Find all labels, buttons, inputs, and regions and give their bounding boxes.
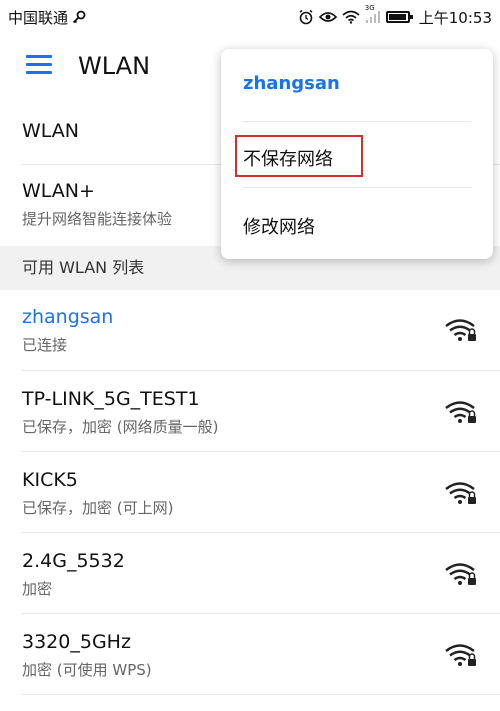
wifi-status-icon xyxy=(342,10,360,24)
divider xyxy=(22,451,500,452)
network-name: zhangsan xyxy=(22,306,114,328)
forget-network-item[interactable]: 不保存网络 xyxy=(243,145,333,171)
divider xyxy=(243,121,471,122)
key-icon xyxy=(72,10,86,24)
network-status: 已保存，加密 (网络质量一般) xyxy=(22,418,219,436)
divider xyxy=(22,370,500,371)
network-status: 加密 xyxy=(22,580,53,598)
network-item-zhangsan[interactable]: zhangsan 已连接 xyxy=(0,306,500,355)
time-label: 上午10:53 xyxy=(418,8,492,27)
wifi-lock-icon xyxy=(444,562,478,586)
status-bar: 中国联通 3G 上午10:53 xyxy=(0,0,500,34)
network-name: KICK5 xyxy=(22,469,78,491)
network-name: TP-LINK_5G_TEST1 xyxy=(22,388,200,410)
menu-icon[interactable] xyxy=(26,55,52,75)
page-title: WLAN xyxy=(78,52,151,80)
divider xyxy=(22,613,500,614)
signal-icon: 3G xyxy=(365,4,381,24)
network-item-3320[interactable]: 3320_5GHz 加密 (可使用 WPS) xyxy=(0,631,500,680)
divider xyxy=(22,694,500,695)
network-type-label: 3G xyxy=(364,4,375,12)
status-right: 3G 上午10:53 xyxy=(298,4,492,28)
network-name: 3320_5GHz xyxy=(22,631,131,653)
divider xyxy=(243,187,471,188)
wifi-lock-icon xyxy=(444,481,478,505)
divider xyxy=(22,532,500,533)
carrier-label: 中国联通 xyxy=(8,8,69,27)
alarm-icon xyxy=(298,9,314,25)
network-status: 已连接 xyxy=(22,336,68,354)
network-item-tp-link[interactable]: TP-LINK_5G_TEST1 已保存，加密 (网络质量一般) xyxy=(0,388,500,437)
network-status: 加密 (可使用 WPS) xyxy=(22,661,152,679)
network-status: 已保存，加密 (可上网) xyxy=(22,499,174,517)
wifi-lock-icon xyxy=(444,318,478,342)
network-options-popup: zhangsan 不保存网络 修改网络 xyxy=(221,49,493,259)
network-name: 2.4G_5532 xyxy=(22,550,125,572)
modify-network-item[interactable]: 修改网络 xyxy=(243,213,315,239)
wifi-lock-icon xyxy=(444,643,478,667)
network-item-2-4g[interactable]: 2.4G_5532 加密 xyxy=(0,550,500,599)
wifi-lock-icon xyxy=(444,400,478,424)
battery-icon xyxy=(385,11,413,23)
eye-icon xyxy=(318,10,337,24)
network-item-kick5[interactable]: KICK5 已保存，加密 (可上网) xyxy=(0,469,500,518)
status-left: 中国联通 xyxy=(8,7,86,28)
popup-title: zhangsan xyxy=(243,73,340,94)
